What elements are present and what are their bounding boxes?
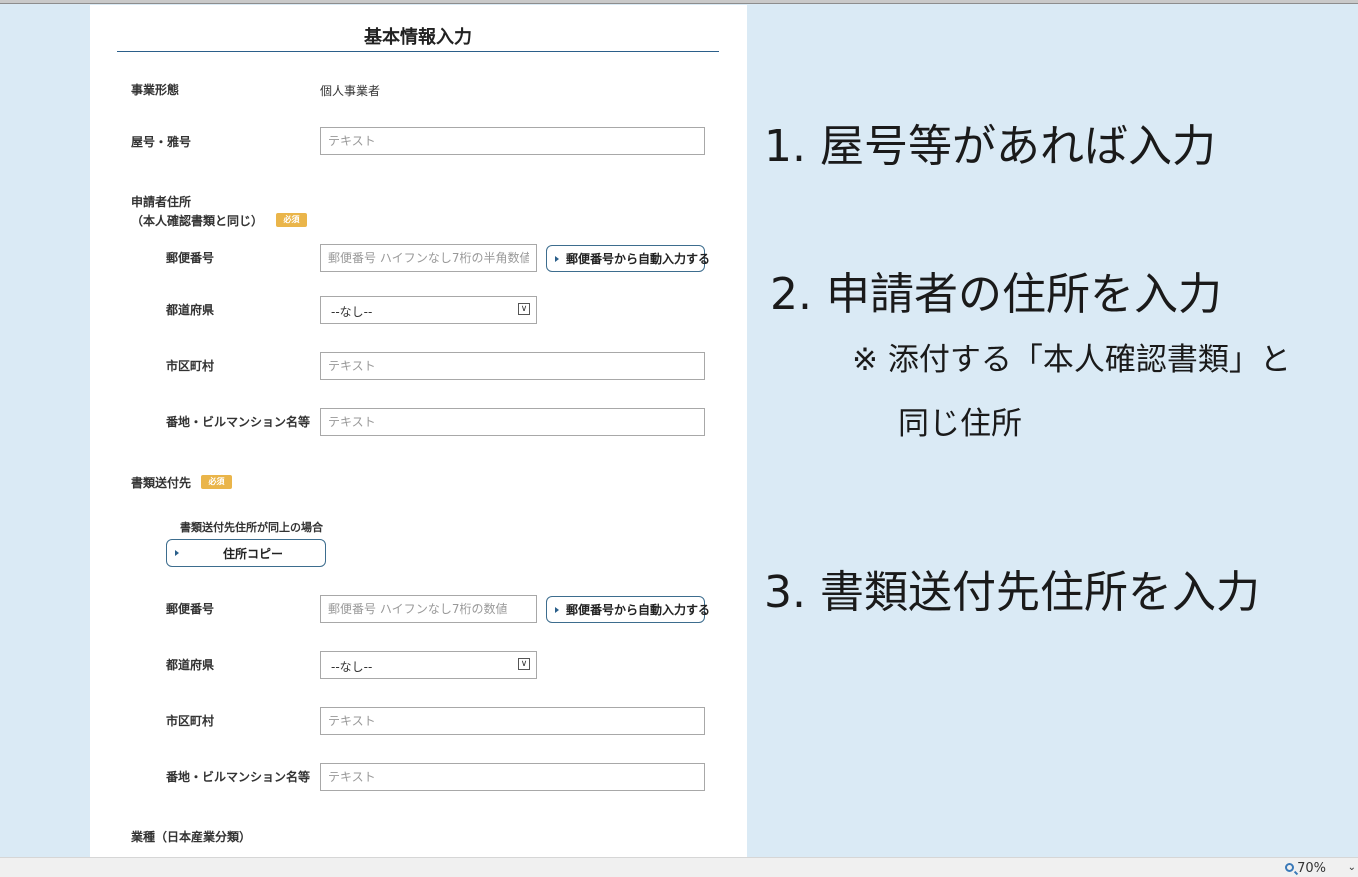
trade-name-input[interactable] <box>320 127 705 155</box>
applicant-address-label: 申請者住所 <box>131 195 192 209</box>
window-top-border <box>0 0 1358 4</box>
triangle-right-icon <box>555 606 559 613</box>
form-panel: 基本情報入力 事業形態 個人事業者 屋号・雅号 申請者住所 （本人確認書類と同じ… <box>90 5 747 857</box>
zoom-level[interactable]: 70% <box>1297 861 1326 876</box>
applicant-postal-autofill-button[interactable]: 郵便番号から自動入力する <box>546 245 710 272</box>
applicant-prefecture-value: --なし-- <box>331 305 373 319</box>
copy-address-label: 住所コピー <box>223 546 284 561</box>
applicant-postal-autofill-label: 郵便番号から自動入力する <box>566 252 711 266</box>
mailing-postal-input[interactable] <box>320 595 537 623</box>
note-step1: 1. 屋号等があれば入力 <box>764 121 1216 172</box>
mailing-city-input[interactable] <box>320 707 705 735</box>
triangle-right-icon <box>175 550 179 556</box>
copy-address-note: 書類送付先住所が同上の場合 <box>180 521 323 534</box>
mailing-street-label: 番地・ビルマンション名等 <box>166 770 311 784</box>
note-step2: 2. 申請者の住所を入力 <box>770 269 1222 320</box>
chevron-down-icon[interactable]: ⌄ <box>1348 862 1356 873</box>
trade-name-label: 屋号・雅号 <box>131 135 192 149</box>
mailing-prefecture-label: 都道府県 <box>166 658 215 672</box>
applicant-city-label: 市区町村 <box>166 359 215 373</box>
applicant-prefecture-select[interactable]: --なし-- ∨ <box>320 296 537 324</box>
mailing-prefecture-value: --なし-- <box>331 660 373 674</box>
mailing-postal-label: 郵便番号 <box>166 602 215 616</box>
applicant-prefecture-label: 都道府県 <box>166 303 215 317</box>
mailing-postal-autofill-button[interactable]: 郵便番号から自動入力する <box>546 596 710 623</box>
status-bar: 70% ⌄ <box>0 857 1358 877</box>
magnifier-icon[interactable] <box>1285 863 1294 872</box>
chevron-down-icon: ∨ <box>518 303 530 315</box>
copy-address-button[interactable]: 住所コピー <box>166 539 326 567</box>
applicant-postal-input[interactable] <box>320 244 537 272</box>
applicant-city-input[interactable] <box>320 352 705 380</box>
triangle-right-icon <box>555 255 559 262</box>
form-title: 基本情報入力 <box>117 23 719 52</box>
note-step2-sub-line1: ※ 添付する「本人確認書類」と <box>852 342 1291 378</box>
applicant-street-label: 番地・ビルマンション名等 <box>166 415 311 429</box>
mailing-city-label: 市区町村 <box>166 714 215 728</box>
applicant-postal-label: 郵便番号 <box>166 251 215 265</box>
applicant-street-input[interactable] <box>320 408 705 436</box>
mailing-prefecture-select[interactable]: --なし-- ∨ <box>320 651 537 679</box>
required-badge: 必須 <box>201 475 232 489</box>
industry-label: 業種（日本産業分類） <box>131 830 252 844</box>
required-badge: 必須 <box>276 213 307 227</box>
mailing-street-input[interactable] <box>320 763 705 791</box>
applicant-address-sublabel: （本人確認書類と同じ） <box>131 214 264 228</box>
business-type-label: 事業形態 <box>131 83 180 97</box>
note-step3: 3. 書類送付先住所を入力 <box>764 567 1260 618</box>
mailing-postal-autofill-label: 郵便番号から自動入力する <box>566 603 711 617</box>
mailing-address-label: 書類送付先 <box>131 476 192 490</box>
chevron-down-icon: ∨ <box>518 658 530 670</box>
note-step2-sub-line2: 同じ住所 <box>898 406 1022 442</box>
business-type-value: 個人事業者 <box>320 84 381 98</box>
